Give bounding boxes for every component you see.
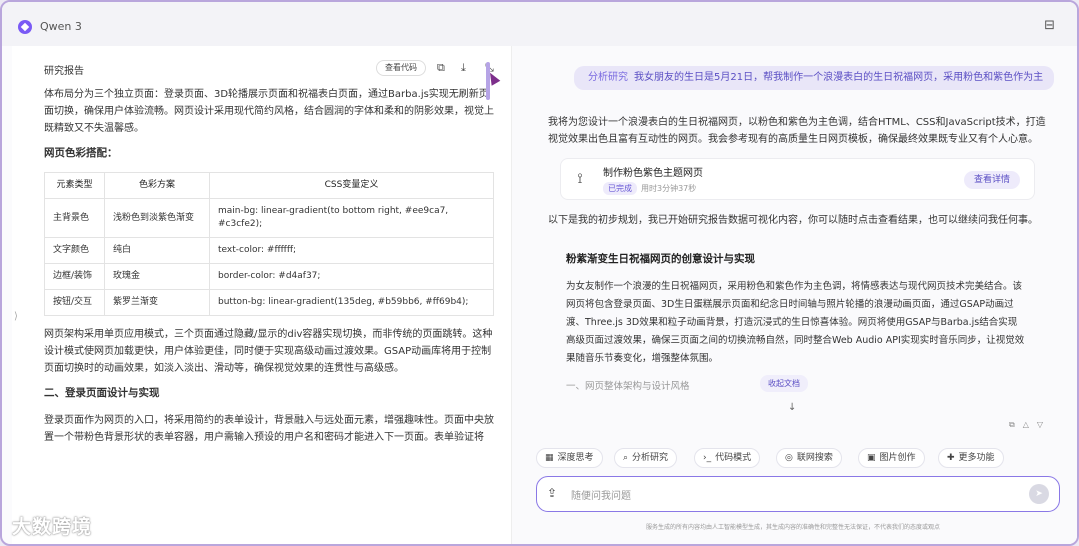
disclaimer-text: 服务生成的所有内容均由人工智能模型生成，其生成内容的准确性和完整性无法保证，不代…: [646, 524, 941, 531]
table-header: 元素类型: [44, 172, 105, 199]
report-content: 体布局分为三个独立页面：登录页面、3D轮播展示页面和祝福表白页面，通过Barba…: [44, 86, 496, 544]
table-row: 边框/装饰 玫瑰金 border-color: #d4af37;: [44, 263, 494, 290]
task-title: 制作粉色紫色主题网页: [603, 168, 703, 179]
task-duration: 用时3分钟37秒: [641, 184, 697, 193]
table-cell: 按钮/交互: [44, 289, 105, 316]
tool-label: 深度思考: [557, 453, 594, 463]
color-table: 元素类型 色彩方案 CSS变量定义 主背景色 浅粉色到淡紫色渐变 main-bg…: [44, 172, 494, 316]
copy-icon[interactable]: ⧉: [437, 61, 445, 75]
report-panel: ⟩ 研究报告 查看代码 ⧉ ⤓ ⤡ 体布局分为三个独立页面：登录页面、3D轮播展…: [12, 46, 512, 544]
qwen-logo-icon: [18, 20, 32, 34]
tool-deep-thinking[interactable]: ▦ 深度思考: [536, 448, 603, 468]
table-cell: button-bg: linear-gradient(135deg, #b59b…: [209, 289, 494, 316]
chat-panel: 分析研究 我女朋友的生日是5月21日，帮我制作一个浪漫表白的生日祝福网页，采用粉色…: [512, 46, 1077, 544]
report-paragraph: 体布局分为三个独立页面：登录页面、3D轮播展示页面和祝福表白页面，通过Barba…: [44, 89, 494, 134]
collapse-document-button[interactable]: 收起文档: [760, 375, 808, 392]
table-header: 色彩方案: [104, 172, 210, 199]
assistant-intro: 我将为您设计一个浪漫表白的生日祝福网页，以粉色和紫色为主色调，结合HTML、CS…: [548, 117, 1046, 145]
table-cell: 玫瑰金: [104, 263, 210, 290]
table-row: 按钮/交互 紫罗兰渐变 button-bg: linear-gradient(1…: [44, 289, 494, 316]
chat-input-placeholder[interactable]: 随便问我问题: [571, 487, 631, 502]
table-header: CSS变量定义: [209, 172, 494, 199]
table-header-row: 元素类型 色彩方案 CSS变量定义: [44, 172, 494, 199]
table-cell: 边框/装饰: [44, 263, 105, 290]
table-cell: 紫罗兰渐变: [104, 289, 210, 316]
app-title: Qwen 3: [40, 20, 82, 33]
chat-input-box[interactable]: ⇪ 随便问我问题 ➤: [536, 476, 1060, 512]
tool-label: 更多功能: [958, 453, 995, 463]
document-subheading: 一、网页整体架构与设计风格: [566, 381, 690, 392]
table-row: 文字颜色 纯白 text-color: #ffffff;: [44, 237, 494, 264]
download-icon[interactable]: ⤓: [461, 61, 466, 75]
table-cell: 浅粉色到淡紫色渐变: [104, 198, 210, 238]
code-icon: ›_: [703, 453, 712, 463]
thumb-up-icon[interactable]: △: [1023, 420, 1037, 429]
table-cell: 主背景色: [44, 198, 105, 238]
tool-label: 图片创作: [879, 453, 916, 463]
analysis-icon: ⌕: [623, 453, 629, 463]
tool-more[interactable]: ✚ 更多功能: [938, 448, 1004, 468]
table-cell: main-bg: linear-gradient(to bottom right…: [209, 198, 494, 238]
panel-collapse-handle-icon[interactable]: ⟩: [14, 311, 18, 322]
app-window: Qwen 3 ⊟ ⟩ 研究报告 查看代码 ⧉ ⤓ ⤡ 体布局分为三个独立页面：登…: [0, 0, 1079, 546]
report-paragraph: 网页架构采用单页应用模式，三个页面通过隐藏/显示的div容器实现切换，而非传统的…: [44, 329, 493, 374]
sidebar-toggle-icon[interactable]: ⊟: [1044, 18, 1055, 33]
top-bar: Qwen 3 ⊟: [2, 2, 1077, 46]
scroll-down-icon[interactable]: ↓: [788, 402, 796, 413]
user-message-bubble: 分析研究 我女朋友的生日是5月21日，帮我制作一个浪漫表白的生日祝福网页，采用粉色…: [574, 66, 1054, 90]
tool-code-mode[interactable]: ›_ 代码模式: [694, 448, 761, 468]
tool-image-creation[interactable]: ▣ 图片创作: [858, 448, 925, 468]
more-icon: ✚: [947, 453, 955, 463]
upload-icon[interactable]: ⇪: [547, 486, 557, 500]
deep-thinking-icon: ▦: [545, 453, 554, 463]
copy-icon[interactable]: ⧉: [1009, 420, 1023, 429]
globe-icon: ◎: [785, 453, 793, 463]
document-title: 粉紫渐变生日祝福网页的创意设计与实现: [566, 253, 755, 265]
color-section-title: 网页色彩搭配：: [44, 147, 118, 159]
task-card[interactable]: ⟟ 制作粉色紫色主题网页 已完成 用时3分钟37秒 查看详情: [560, 158, 1035, 200]
tool-label: 代码模式: [715, 453, 752, 463]
tool-label: 分析研究: [632, 453, 669, 463]
tool-bar: ▦ 深度思考 ⌕ 分析研究 ›_ 代码模式 ◎ 联网搜索 ▣ 图片创作 ✚ 更多功能: [536, 448, 1066, 468]
research-tag: 分析研究: [588, 72, 628, 83]
table-cell: 纯白: [104, 237, 210, 264]
send-button[interactable]: ➤: [1029, 484, 1049, 504]
image-icon: ▣: [867, 453, 876, 463]
message-actions: ⧉△▽: [1009, 420, 1051, 430]
status-badge: 已完成: [603, 182, 637, 195]
user-message-text: 我女朋友的生日是5月21日，帮我制作一个浪漫表白的生日祝福网页，采用粉色和紫色作…: [634, 72, 1044, 83]
assistant-followup: 以下是我的初步规划，我已开始研究报告数据可视化内容，你可以随时点击查看结果，也可…: [548, 215, 1038, 226]
view-details-button[interactable]: 查看详情: [963, 171, 1020, 189]
tool-web-search[interactable]: ◎ 联网搜索: [776, 448, 842, 468]
table-cell: 文字颜色: [44, 237, 105, 264]
report-paragraph: 登录页面作为网页的入口，将采用简约的表单设计，背景融入与远处面元素，增强趣味性。…: [44, 415, 494, 443]
workflow-icon: ⟟: [577, 171, 583, 187]
tool-analysis[interactable]: ⌕ 分析研究: [614, 448, 678, 468]
tool-label: 联网搜索: [796, 453, 833, 463]
document-body: 为女友制作一个浪漫的生日祝福网页，采用粉色和紫色作为主色调，将情感表达与现代网页…: [566, 281, 1025, 364]
watermark-logo: 大数跨境: [12, 516, 93, 538]
view-code-button[interactable]: 查看代码: [376, 60, 426, 76]
table-cell: border-color: #d4af37;: [209, 263, 494, 290]
thumb-down-icon[interactable]: ▽: [1037, 420, 1051, 429]
section-title: 二、登录页面设计与实现: [44, 387, 160, 399]
report-title: 研究报告: [44, 66, 84, 77]
table-cell: text-color: #ffffff;: [209, 237, 494, 264]
table-row: 主背景色 浅粉色到淡紫色渐变 main-bg: linear-gradient(…: [44, 198, 494, 238]
